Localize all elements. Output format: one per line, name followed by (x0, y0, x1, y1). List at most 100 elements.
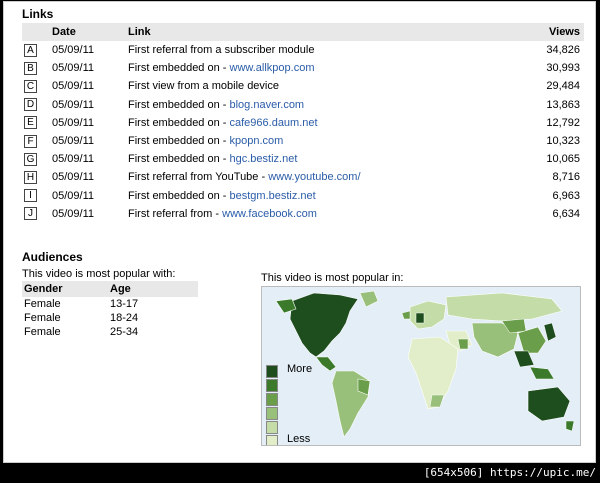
row-link-url[interactable]: www.youtube.com/ (268, 171, 360, 183)
row-link-prefix: First referral from YouTube - (128, 171, 269, 184)
row-link-prefix: First embedded on - (128, 98, 230, 111)
links-table-row: C 05/09/11 First view from a mobile device… (22, 77, 584, 95)
row-link-url[interactable]: blog.naver.com (230, 99, 305, 111)
links-table-row: F 05/09/11 First embedded on - kpopn.com 10… (22, 132, 584, 150)
row-marker[interactable]: I (22, 187, 52, 205)
map-caption: This video is most popular in: (261, 272, 404, 284)
map-legend: More Less (266, 363, 312, 445)
row-link: First embedded on - bestgm.bestiz.net (128, 187, 520, 205)
header-marker (22, 23, 52, 41)
row-link-url[interactable]: cafe966.daum.net (230, 117, 318, 129)
row-gender: Female (24, 298, 61, 310)
audiences-subtitle: This video is most popular with: (22, 268, 176, 280)
row-date: 05/09/11 (52, 135, 95, 148)
row-views: 12,792 (546, 116, 580, 129)
row-views: 29,484 (546, 80, 580, 93)
row-link-prefix: First embedded on - (128, 135, 230, 148)
audiences-table-row: Female 18-24 (22, 311, 198, 325)
header-link: Link (128, 23, 521, 41)
row-marker[interactable]: G (22, 150, 52, 168)
row-views: 6,963 (552, 189, 580, 202)
row-marker[interactable]: E (22, 114, 52, 132)
row-marker[interactable]: F (22, 132, 52, 150)
legend-swatch (266, 421, 278, 434)
row-link-url[interactable]: www.facebook.com (222, 208, 317, 220)
legend-swatch (266, 393, 278, 406)
row-link-url[interactable]: www.allkpop.com (230, 62, 315, 74)
links-table-row: D 05/09/11 First embedded on - blog.naver.… (22, 96, 584, 114)
row-marker-letter[interactable]: J (24, 207, 37, 221)
row-marker-letter[interactable]: D (24, 98, 37, 112)
row-link: First view from a mobile device (128, 77, 520, 95)
row-link: First embedded on - cafe966.daum.net (128, 114, 520, 132)
row-marker-letter[interactable]: E (24, 116, 37, 130)
row-date: 05/09/11 (52, 153, 95, 166)
legend-swatch (266, 379, 278, 392)
row-link-prefix: First embedded on - (128, 189, 230, 202)
audiences-table: Gender Age Female 13-17 Female 18-24 Female 2… (22, 281, 198, 339)
links-table-header: Date Link Views (22, 23, 584, 41)
row-marker[interactable]: J (22, 205, 52, 223)
row-link: First embedded on - kpopn.com (128, 132, 520, 150)
row-views: 30,993 (546, 62, 580, 75)
links-table-row: E 05/09/11 First embedded on - cafe966.dau… (22, 114, 584, 132)
row-link: First embedded on - blog.naver.com (128, 96, 520, 114)
row-marker-letter[interactable]: F (24, 134, 37, 148)
row-link-prefix: First referral from - (128, 207, 223, 220)
row-views: 13,863 (546, 98, 580, 111)
row-link: First embedded on - hgc.bestiz.net (128, 150, 520, 168)
row-link: First referral from a subscriber module (128, 41, 520, 59)
audiences-table-header: Gender Age (22, 281, 198, 297)
row-marker[interactable]: B (22, 59, 52, 77)
footer-watermark: [654x506] https://upic.me/ (423, 466, 596, 479)
row-marker-letter[interactable]: I (24, 189, 37, 203)
row-marker-letter[interactable]: G (24, 152, 37, 166)
legend-swatch (266, 365, 278, 378)
header-date: Date (52, 23, 128, 41)
world-map[interactable]: More Less (261, 286, 581, 446)
row-marker[interactable]: C (22, 77, 52, 95)
row-views: 34,826 (546, 44, 580, 57)
row-age: 18-24 (110, 312, 139, 324)
audiences-section-title: Audiences (22, 250, 83, 264)
legend-swatch (266, 407, 278, 420)
row-age: 13-17 (110, 298, 139, 310)
row-date: 05/09/11 (52, 44, 95, 57)
row-views: 10,323 (546, 135, 580, 148)
header-gender: Gender (22, 281, 108, 297)
row-link-prefix: First embedded on - (128, 116, 230, 129)
row-marker[interactable]: D (22, 96, 52, 114)
row-link-prefix: First view from a mobile device (128, 80, 279, 93)
audiences-table-row: Female 25-34 (22, 325, 198, 339)
links-table-row: B 05/09/11 First embedded on - www.allkpop… (22, 59, 584, 77)
row-marker[interactable]: A (22, 41, 52, 59)
row-marker-letter[interactable]: C (24, 79, 37, 93)
row-views: 10,065 (546, 153, 580, 166)
row-link-url[interactable]: kpopn.com (230, 135, 284, 147)
row-marker-letter[interactable]: B (24, 61, 37, 75)
links-table-row: H 05/09/11 First referral from YouTube - w… (22, 168, 584, 186)
header-views: Views (520, 23, 584, 41)
row-link-url[interactable]: hgc.bestiz.net (230, 153, 298, 165)
row-date: 05/09/11 (52, 171, 95, 184)
row-date: 05/09/11 (52, 62, 95, 75)
row-date: 05/09/11 (52, 189, 95, 202)
row-date: 05/09/11 (52, 116, 95, 129)
legend-less-label: Less (287, 433, 311, 445)
row-views: 8,716 (552, 171, 580, 184)
links-table: Date Link Views A 05/09/11 First referral … (22, 23, 584, 223)
links-table-row: J 05/09/11 First referral from - www.faceb… (22, 205, 584, 223)
row-link-prefix: First referral from a subscriber module (128, 44, 315, 57)
row-link-url[interactable]: bestgm.bestiz.net (230, 190, 316, 202)
row-gender: Female (24, 326, 61, 338)
audiences-table-row: Female 13-17 (22, 297, 198, 311)
links-table-row: I 05/09/11 First embedded on - bestgm.best… (22, 187, 584, 205)
row-date: 05/09/11 (52, 98, 95, 111)
row-marker-letter[interactable]: H (24, 170, 37, 184)
legend-swatch (266, 435, 278, 445)
legend-swatches (266, 365, 278, 445)
footer-bar: [654x506] https://upic.me/ (0, 463, 600, 483)
row-marker[interactable]: H (22, 168, 52, 186)
links-table-row: A 05/09/11 First referral from a subscribe… (22, 41, 584, 59)
row-marker-letter[interactable]: A (24, 43, 37, 57)
